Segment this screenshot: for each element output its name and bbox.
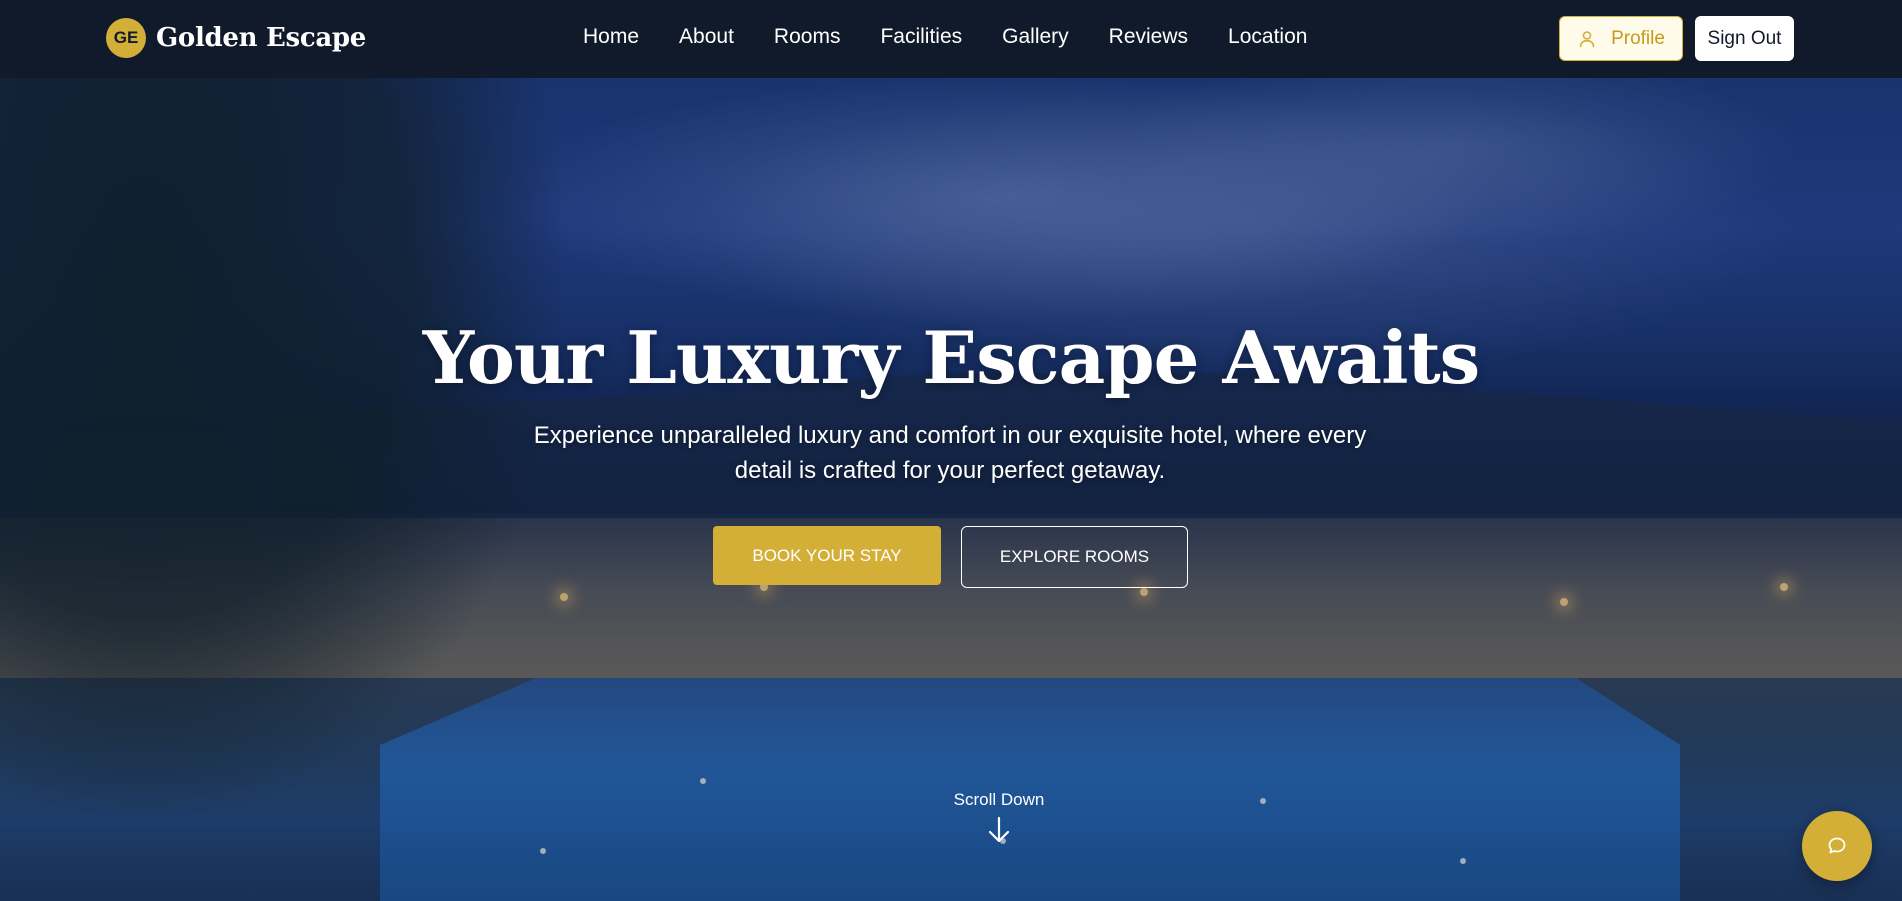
hero-title: Your Luxury Escape Awaits xyxy=(422,315,1480,400)
chat-bubble-icon xyxy=(1828,837,1846,854)
scroll-down-label: Scroll Down xyxy=(953,790,1045,809)
nav-link-gallery[interactable]: Gallery xyxy=(1002,25,1069,49)
profile-label: Profile xyxy=(1611,27,1665,49)
explore-rooms-button[interactable]: EXPLORE ROOMS xyxy=(961,526,1188,588)
nav-link-facilities[interactable]: Facilities xyxy=(880,25,962,49)
brand-name: Golden Escape xyxy=(156,23,367,53)
nav-link-rooms[interactable]: Rooms xyxy=(774,25,841,49)
profile-button[interactable]: Profile xyxy=(1559,16,1683,61)
hero-overlay xyxy=(0,78,1902,901)
book-your-stay-button[interactable]: BOOK YOUR STAY xyxy=(713,526,941,585)
nav-link-location[interactable]: Location xyxy=(1228,25,1307,49)
nav-link-home[interactable]: Home xyxy=(583,25,639,49)
main-nav: Home About Rooms Facilities Gallery Revi… xyxy=(583,25,1307,49)
scroll-down-indicator[interactable]: Scroll Down xyxy=(920,790,1078,849)
user-icon xyxy=(1579,30,1595,47)
hero-section: Your Luxury Escape Awaits Experience unp… xyxy=(0,78,1902,901)
sign-out-button[interactable]: Sign Out xyxy=(1695,16,1794,61)
arrow-down-icon xyxy=(988,816,1010,843)
logo-badge: GE xyxy=(106,18,146,58)
brand[interactable]: GE Golden Escape xyxy=(106,18,366,58)
top-navbar: GE Golden Escape Home About Rooms Facili… xyxy=(0,0,1902,78)
nav-link-reviews[interactable]: Reviews xyxy=(1109,25,1188,49)
hero-subtitle: Experience unparalleled luxury and comfo… xyxy=(533,422,1367,484)
chat-button[interactable] xyxy=(1802,811,1872,881)
nav-link-about[interactable]: About xyxy=(679,25,734,49)
